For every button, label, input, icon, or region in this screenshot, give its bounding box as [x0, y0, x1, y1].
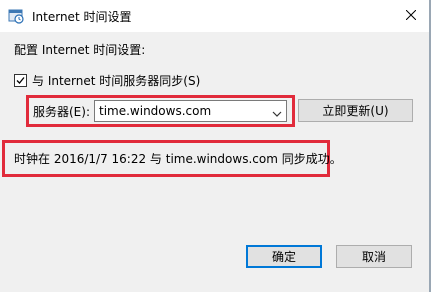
title-bar: Internet 时间设置	[0, 0, 431, 32]
server-combobox[interactable]: time.windows.com	[94, 100, 287, 122]
sync-checkbox-row[interactable]: 与 Internet 时间服务器同步(S)	[14, 72, 200, 89]
cancel-button[interactable]: 取消	[336, 245, 412, 268]
server-value: time.windows.com	[99, 104, 212, 118]
cancel-label: 取消	[361, 250, 386, 264]
sync-status-text: 时钟在 2016/1/7 16:22 与 time.windows.com 同步…	[14, 152, 342, 166]
chevron-down-icon[interactable]	[272, 107, 282, 117]
server-label: 服务器(E):	[33, 105, 90, 119]
update-now-button[interactable]: 立即更新(U)	[298, 99, 413, 122]
update-now-label: 立即更新(U)	[322, 104, 389, 118]
window-title: Internet 时间设置	[32, 10, 132, 24]
ok-button[interactable]: 确定	[246, 245, 322, 268]
sync-checkbox[interactable]	[14, 74, 27, 87]
ok-label: 确定	[271, 250, 296, 264]
close-icon	[405, 9, 417, 23]
close-button[interactable]	[391, 0, 431, 32]
sync-checkbox-label: 与 Internet 时间服务器同步(S)	[32, 74, 201, 88]
clock-settings-icon	[8, 8, 24, 24]
settings-caption: 配置 Internet 时间设置:	[14, 43, 146, 57]
